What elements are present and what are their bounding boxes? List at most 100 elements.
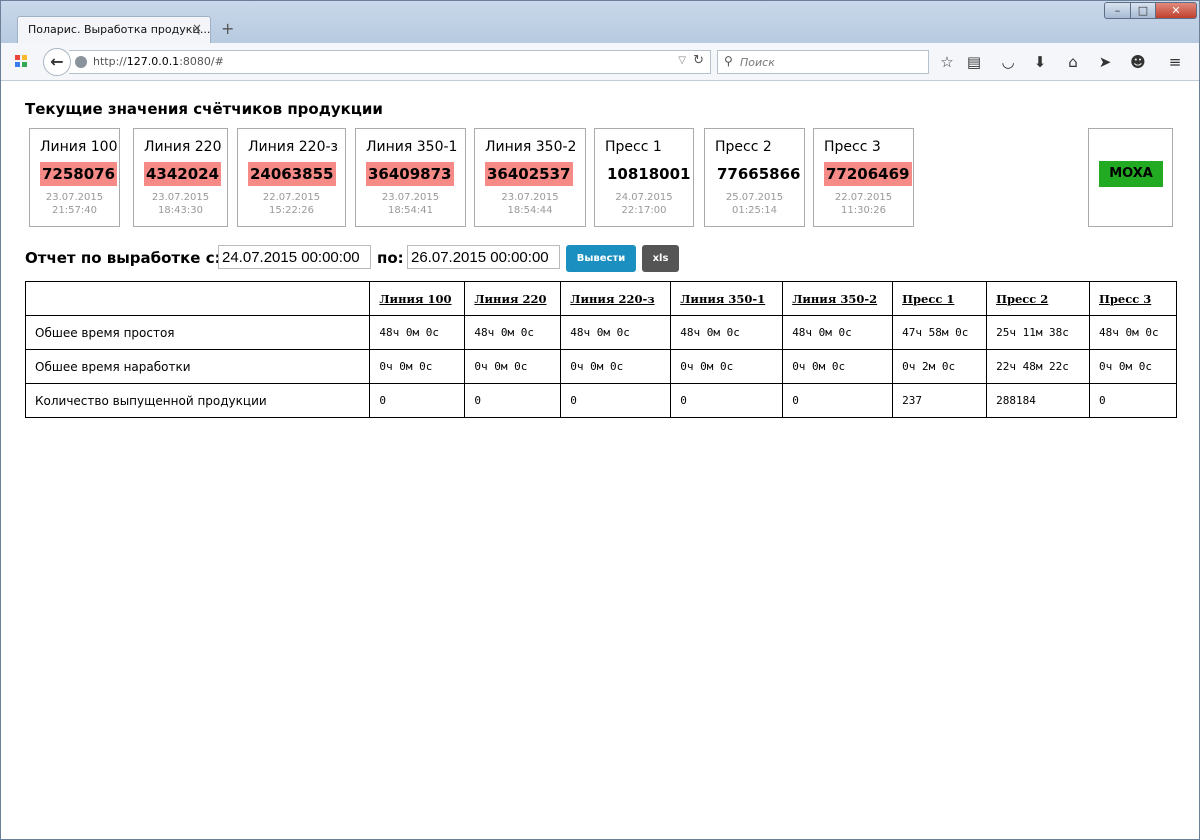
table-cell: 0ч 0м 0с: [670, 349, 784, 384]
table-cell: 47ч 58м 0с: [892, 315, 988, 350]
counter-card: Линия 220-з 24063855 22.07.2015 15:22:26: [237, 128, 346, 227]
table-column-header: Пресс 3: [1089, 281, 1177, 316]
counter-date: 23.07.2015: [501, 192, 559, 203]
title-bar: Поларис. Выработка продукц... × + – □ ✕: [1, 1, 1199, 43]
chat-icon[interactable]: ☻: [1127, 51, 1149, 73]
column-header-link[interactable]: Пресс 2: [996, 292, 1048, 306]
table-row: Обшее время наработки 0ч 0м 0с 0ч 0м 0с 0ч …: [24, 349, 1177, 384]
column-header-link[interactable]: Пресс 1: [902, 292, 954, 306]
run-report-button[interactable]: Вывести: [566, 245, 636, 272]
table-cell: 22ч 48м 22с: [986, 349, 1090, 384]
table-cell: 0ч 0м 0с: [369, 349, 466, 384]
close-window-button[interactable]: ✕: [1155, 2, 1197, 19]
table-cell: 48ч 0м 0с: [670, 315, 784, 350]
counter-time: 21:57:40: [52, 205, 97, 216]
counter-time: 01:25:14: [732, 205, 777, 216]
table-row: Количество выпущенной продукции 0 0 0 0 0 237 2…: [24, 383, 1177, 418]
counter-date: 23.07.2015: [151, 192, 210, 203]
counter-name: Линия 220-з: [248, 139, 338, 155]
maximize-button[interactable]: □: [1130, 2, 1156, 19]
apps-icon[interactable]: [15, 55, 27, 67]
counter-date: 22.07.2015: [834, 192, 893, 203]
table-cell: 0: [670, 383, 784, 418]
table-cell: 0ч 0м 0с: [560, 349, 672, 384]
counter-value: 36409873: [366, 162, 454, 186]
table-cell: 48ч 0м 0с: [782, 315, 894, 350]
new-tab-icon[interactable]: +: [221, 19, 234, 38]
navigation-bar: http://127.0.0.1:8080/# ▽ ↻ ← ⚲ Поиск ☆ …: [1, 43, 1199, 81]
table-cell: 0ч 0м 0с: [1089, 349, 1177, 384]
column-header-link[interactable]: Линия 220: [474, 292, 546, 306]
counter-date: 23.07.2015: [381, 192, 440, 203]
report-table: Линия 100 Линия 220 Линия 220-з Линия 350-1…: [24, 281, 1177, 418]
moxa-status-badge: MOXA: [1099, 161, 1163, 187]
counter-card: Пресс 2 77665866 25.07.2015 01:25:14: [704, 128, 805, 227]
column-header-link[interactable]: Линия 100: [379, 292, 451, 306]
table-cell: 0ч 0м 0с: [782, 349, 894, 384]
column-header-link[interactable]: Линия 350-2: [792, 292, 877, 306]
table-column-header: Пресс 2: [986, 281, 1090, 316]
send-icon[interactable]: ➤: [1094, 51, 1116, 73]
table-row: Обшее время простоя 48ч 0м 0с 48ч 0м 0с 48ч…: [24, 315, 1177, 350]
table-column-header: Линия 350-2: [782, 281, 894, 316]
table-column-header: Пресс 1: [892, 281, 988, 316]
counter-name: Пресс 3: [824, 139, 881, 155]
column-header-link[interactable]: Линия 350-1: [680, 292, 765, 306]
column-header-link[interactable]: Линия 220-з: [570, 292, 654, 306]
counter-card: Линия 350-2 36402537 23.07.2015 18:54:44: [474, 128, 586, 227]
download-icon[interactable]: ⬇: [1029, 51, 1051, 73]
counter-card: Линия 350-1 36409873 23.07.2015 18:54:41: [355, 128, 466, 227]
table-cell: 48ч 0м 0с: [369, 315, 466, 350]
counter-value: 4342024: [144, 162, 222, 186]
home-icon[interactable]: ⌂: [1062, 51, 1084, 73]
report-to-label: по:: [377, 249, 404, 267]
counter-value: 24063855: [248, 162, 336, 186]
counter-value: 7258076: [40, 162, 118, 186]
menu-icon[interactable]: ≡: [1164, 51, 1186, 73]
counter-time: 18:54:44: [507, 205, 553, 216]
table-cell: 48ч 0м 0с: [464, 315, 562, 350]
counter-name: Линия 350-2: [485, 139, 577, 155]
counter-card: Линия 220 4342024 23.07.2015 18:43:30: [133, 128, 228, 227]
search-bar[interactable]: ⚲ Поиск: [717, 50, 929, 74]
report-from-label: Отчет по выработке с:: [25, 249, 221, 267]
search-icon: ⚲: [724, 54, 733, 68]
url-dropdown-icon[interactable]: ▽: [678, 55, 686, 66]
table-cell: 237: [892, 383, 988, 418]
export-xls-button[interactable]: xls: [642, 245, 679, 272]
table-header-empty: [24, 281, 371, 316]
date-from-input[interactable]: [218, 245, 371, 269]
table-cell: 25ч 11м 38с: [986, 315, 1090, 350]
counter-name: Линия 350-1: [366, 139, 458, 155]
table-column-header: Линия 220: [464, 281, 562, 316]
counter-value: 10818001: [607, 165, 691, 183]
counter-time: 11:30:26: [841, 205, 886, 216]
search-placeholder: Поиск: [740, 56, 775, 69]
date-to-input[interactable]: [407, 245, 560, 269]
table-cell: 0: [560, 383, 672, 418]
counter-date: 23.07.2015: [45, 192, 104, 203]
table-column-header: Линия 100: [369, 281, 466, 316]
tab-close-icon[interactable]: ×: [192, 21, 202, 35]
url-bar[interactable]: http://127.0.0.1:8080/# ▽ ↻: [69, 50, 711, 74]
back-button[interactable]: ←: [43, 48, 71, 76]
counter-time: 15:22:26: [269, 205, 314, 216]
url-text[interactable]: http://127.0.0.1:8080/#: [93, 55, 224, 68]
minimize-button[interactable]: –: [1104, 2, 1131, 19]
pocket-icon[interactable]: ◡: [997, 51, 1019, 73]
counter-name: Пресс 2: [715, 139, 772, 155]
browser-tab[interactable]: Поларис. Выработка продукц... ×: [17, 16, 211, 43]
bookmark-star-icon[interactable]: ☆: [936, 51, 958, 73]
table-cell: 48ч 0м 0с: [560, 315, 672, 350]
reload-icon[interactable]: ↻: [693, 53, 704, 68]
counter-value: 36402537: [485, 162, 573, 186]
counters-heading: Текущие значения счётчиков продукции: [25, 100, 383, 118]
column-header-link[interactable]: Пресс 3: [1099, 292, 1151, 306]
counter-time: 18:54:41: [388, 205, 433, 216]
table-cell: 0ч 0м 0с: [464, 349, 562, 384]
reading-list-icon[interactable]: ▤: [963, 51, 985, 73]
table-cell: 288184: [986, 383, 1090, 418]
table-header-row: Линия 100 Линия 220 Линия 220-з Линия 350-1…: [24, 281, 1177, 316]
table-cell: 0: [369, 383, 466, 418]
table-cell: 48ч 0м 0с: [1089, 315, 1177, 350]
